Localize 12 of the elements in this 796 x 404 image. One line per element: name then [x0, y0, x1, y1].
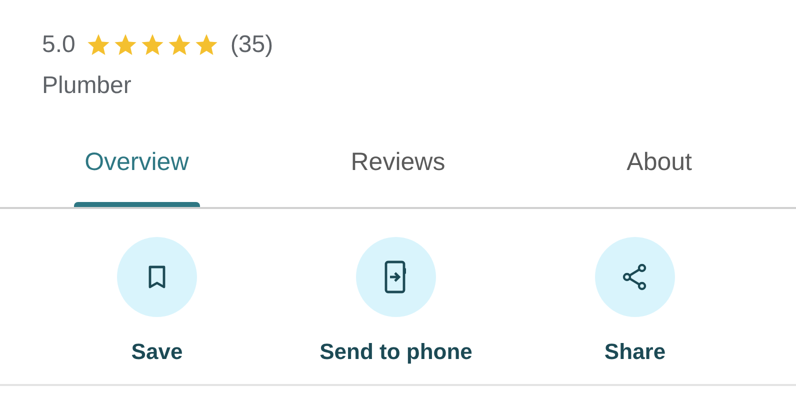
phone-arrow-icon — [383, 260, 409, 294]
category: Plumber — [42, 71, 132, 101]
action-label[interactable]: Send to phone — [320, 335, 472, 368]
review-count[interactable]: (35) — [230, 27, 274, 63]
action-label[interactable]: Share — [604, 335, 666, 368]
action-label[interactable]: Save — [131, 335, 183, 368]
bookmark-icon — [146, 264, 168, 290]
tab[interactable]: Overview — [6, 120, 268, 207]
share-icon — [621, 263, 649, 291]
rating-value: 5.0 — [42, 30, 76, 60]
tab[interactable]: Reviews — [267, 120, 529, 207]
tab[interactable]: About — [528, 120, 790, 207]
